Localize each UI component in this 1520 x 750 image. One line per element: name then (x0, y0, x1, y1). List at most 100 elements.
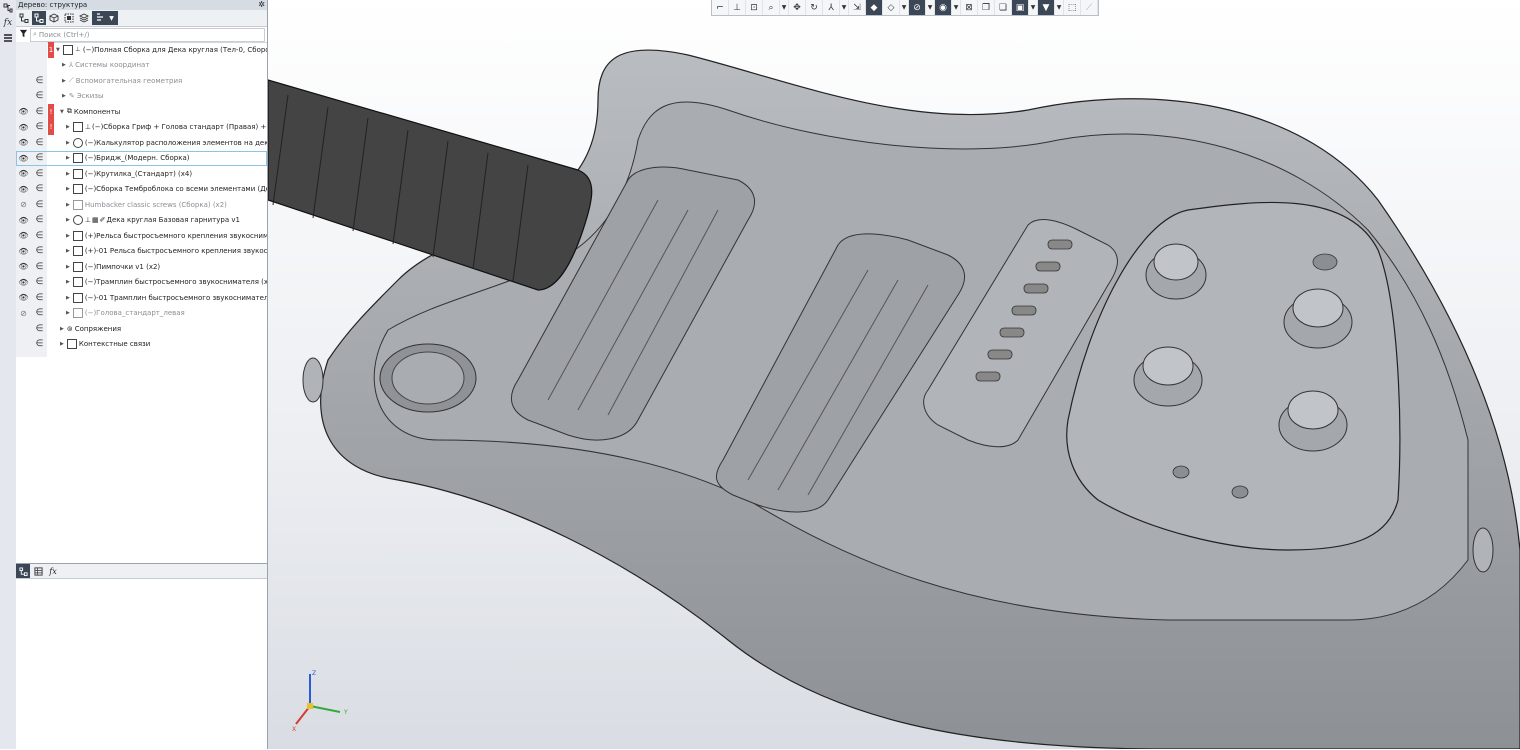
include-icon[interactable]: ∈ (32, 89, 47, 105)
include-icon[interactable]: ∈ (32, 73, 47, 89)
expand-right-icon[interactable]: ▶ (66, 140, 70, 146)
include-icon[interactable]: ∈ (32, 120, 47, 136)
variables-fx-icon[interactable]: fx (1, 16, 15, 29)
tree-row[interactable]: 👁 ∈ ▶ (−)Калькулятор расположения элемент… (16, 135, 267, 151)
tree-row-selected[interactable]: 👁 ∈ ▶ (−)Бридж_(Модерн. Сборка) (16, 150, 267, 167)
include-icon[interactable]: ∈ (32, 182, 47, 198)
variables-tab-icon[interactable]: fx (46, 564, 60, 578)
tree-row[interactable]: ⊘ ∈ ▶ (−)Голова_стандарт_левая (16, 306, 267, 322)
search-bar: ⌕ Поиск (Ctrl+/) (16, 27, 267, 43)
expand-right-icon[interactable]: ▶ (66, 155, 70, 161)
expand-right-icon[interactable]: ▶ (66, 171, 70, 177)
include-icon[interactable]: ∈ (32, 135, 47, 151)
include-icon[interactable]: ∈ (32, 290, 47, 306)
expand-right-icon[interactable]: ▶ (66, 248, 70, 254)
sketch-icon: ✎ (68, 92, 75, 101)
include-icon[interactable]: ∈ (32, 244, 47, 260)
tree-row[interactable]: 👁 ∈ ▶ (−)Сборка Темброблока со всеми элем… (16, 182, 267, 198)
tree-row-label: (−)Бридж_(Модерн. Сборка) (84, 154, 190, 163)
tree-row[interactable]: ∈ ▶ ⊚ Сопряжения (16, 321, 267, 337)
gear-icon[interactable]: ✲ (258, 0, 265, 10)
cube-view-icon[interactable] (47, 11, 61, 25)
eye-icon[interactable]: 👁 (16, 120, 31, 136)
tree-row[interactable]: ▶ ⅄ Системы координат (16, 58, 267, 74)
tree-filter-dropdown[interactable]: ▼ (92, 11, 118, 25)
eye-icon[interactable]: 👁 (16, 182, 31, 198)
tree-row[interactable]: 1 ▼ ⊥ (−)Полная Сборка для Дека круглая (Т… (16, 42, 267, 58)
include-icon[interactable]: ∈ (32, 337, 47, 353)
eye-icon[interactable]: 👁 (16, 290, 31, 306)
eye-icon[interactable]: 👁 (16, 166, 31, 182)
grid-select-icon[interactable] (62, 11, 76, 25)
tree-row[interactable]: 👁 ∈ ▶ (+)-01 Рельса быстросъемного крепле… (16, 244, 267, 260)
include-icon[interactable]: ∈ (32, 321, 47, 337)
eye-icon[interactable]: 👁 (16, 228, 31, 244)
expand-right-icon[interactable]: ▶ (66, 124, 70, 130)
model-tree-panel: Дерево: структура ✲ ▼ ⌕ Поиск (Ctrl+/) 1… (16, 0, 268, 749)
context-links-icon (66, 339, 77, 350)
tree-row[interactable]: 👁 ∈ ▶ (+)Рельса быстросъемного крепления … (16, 228, 267, 244)
expand-right-icon[interactable]: ▶ (66, 217, 70, 223)
expand-right-icon[interactable]: ▶ (62, 78, 66, 84)
table-tab-icon[interactable] (31, 564, 45, 578)
expand-right-icon[interactable]: ▶ (62, 62, 66, 68)
expand-right-icon[interactable]: ▶ (62, 93, 66, 99)
expand-right-icon[interactable]: ▶ (66, 264, 70, 270)
tree-row[interactable]: 👁 ∈ ▶ (−)Крутилка_(Стандарт) (x4) (16, 166, 267, 182)
tree-history-icon[interactable] (32, 11, 46, 25)
include-icon[interactable]: ∈ (32, 228, 47, 244)
include-icon[interactable]: ∈ (32, 151, 47, 167)
eye-icon[interactable]: 👁 (16, 244, 31, 260)
3d-viewport[interactable]: ⌐ ⊥ ⊡ ⌕ ▼ ✥ ↻ ⅄ ▼ ⇲ ◆ ◇ ▼ ⊘ ▼ ◉ ▼ ⊠ ❐ ❏ … (268, 0, 1520, 749)
layers-icon[interactable] (77, 11, 91, 25)
eye-hidden-icon[interactable]: ⊘ (16, 197, 31, 213)
expand-right-icon[interactable]: ▶ (66, 279, 70, 285)
eye-icon[interactable]: 👁 (16, 104, 31, 120)
include-icon[interactable]: ∈ (32, 259, 47, 275)
tree-row[interactable]: ∈ ▶ ⟋ Вспомогательная геометрия (16, 73, 267, 89)
assembly-icon (72, 122, 83, 133)
tree-view-icon[interactable] (1, 1, 15, 14)
expand-right-icon[interactable]: ▶ (66, 310, 70, 316)
tree-row-label: Контекстные связи (78, 340, 151, 349)
expand-right-icon[interactable]: ▶ (66, 295, 70, 301)
grid-icon: ▦ (91, 216, 99, 225)
tree-row[interactable]: 👁 ∈ ! ▶ ⊥ (−)Сборка Гриф + Голова стандарт… (16, 119, 267, 136)
expand-right-icon[interactable]: ▶ (66, 186, 70, 192)
tree-row[interactable]: ∈ ▶ ✎ Эскизы (16, 89, 267, 105)
include-icon[interactable]: ∈ (32, 197, 47, 213)
tree-row-label: (+)-01 Рельса быстросъемного крепления з… (84, 247, 267, 256)
expand-down-icon[interactable]: ▼ (56, 47, 60, 53)
include-icon[interactable]: ∈ (32, 275, 47, 291)
eye-icon[interactable]: 👁 (16, 213, 31, 229)
tree-row[interactable]: ⊘ ∈ ▶ Humbacker classic screws (Сборка) (… (16, 197, 267, 213)
menu-icon[interactable] (1, 31, 15, 44)
search-input[interactable]: ⌕ Поиск (Ctrl+/) (30, 27, 265, 42)
expand-right-icon[interactable]: ▶ (60, 326, 64, 332)
include-icon[interactable]: ∈ (32, 306, 47, 322)
tree-row[interactable]: 👁 ∈ ▶ (−)Трамплин быстросъемного звукосни… (16, 275, 267, 291)
tree-tab-icon[interactable] (16, 564, 30, 578)
expand-right-icon[interactable]: ▶ (66, 202, 70, 208)
eye-icon[interactable]: 👁 (16, 135, 31, 151)
expand-right-icon[interactable]: ▶ (66, 233, 70, 239)
expand-down-icon[interactable]: ▼ (60, 109, 64, 115)
tree-row[interactable]: 👁 ∈ ▶ (−)-01 Трамплин быстросъемного звук… (16, 290, 267, 306)
tree-row[interactable]: 👁 ∈ ▶ ⊥ ▦ ✐ Дека круглая Базовая гарнитура v… (16, 213, 267, 229)
expand-right-icon[interactable]: ▶ (60, 341, 64, 347)
tree-structure-icon[interactable] (17, 11, 31, 25)
assembly-icon (72, 246, 83, 257)
include-icon[interactable]: ∈ (32, 213, 47, 229)
tree-row[interactable]: 👁 ∈ ! ▼ ⧉ Компоненты (16, 104, 267, 120)
filter-icon[interactable] (16, 29, 30, 41)
eye-icon[interactable]: 👁 (16, 259, 31, 275)
eye-icon[interactable]: 👁 (16, 151, 31, 167)
eye-icon[interactable]: 👁 (16, 275, 31, 291)
tree-row[interactable]: ∈ ▶ Контекстные связи (16, 337, 267, 353)
eye-hidden-icon[interactable]: ⊘ (16, 306, 31, 322)
search-placeholder: Поиск (Ctrl+/) (38, 30, 90, 39)
include-icon[interactable]: ∈ (32, 166, 47, 182)
tree-row[interactable]: 👁 ∈ ▶ (−)Пимпочки v1 (x2) (16, 259, 267, 275)
include-icon[interactable]: ∈ (32, 104, 47, 120)
search-icon: ⌕ (33, 30, 37, 38)
